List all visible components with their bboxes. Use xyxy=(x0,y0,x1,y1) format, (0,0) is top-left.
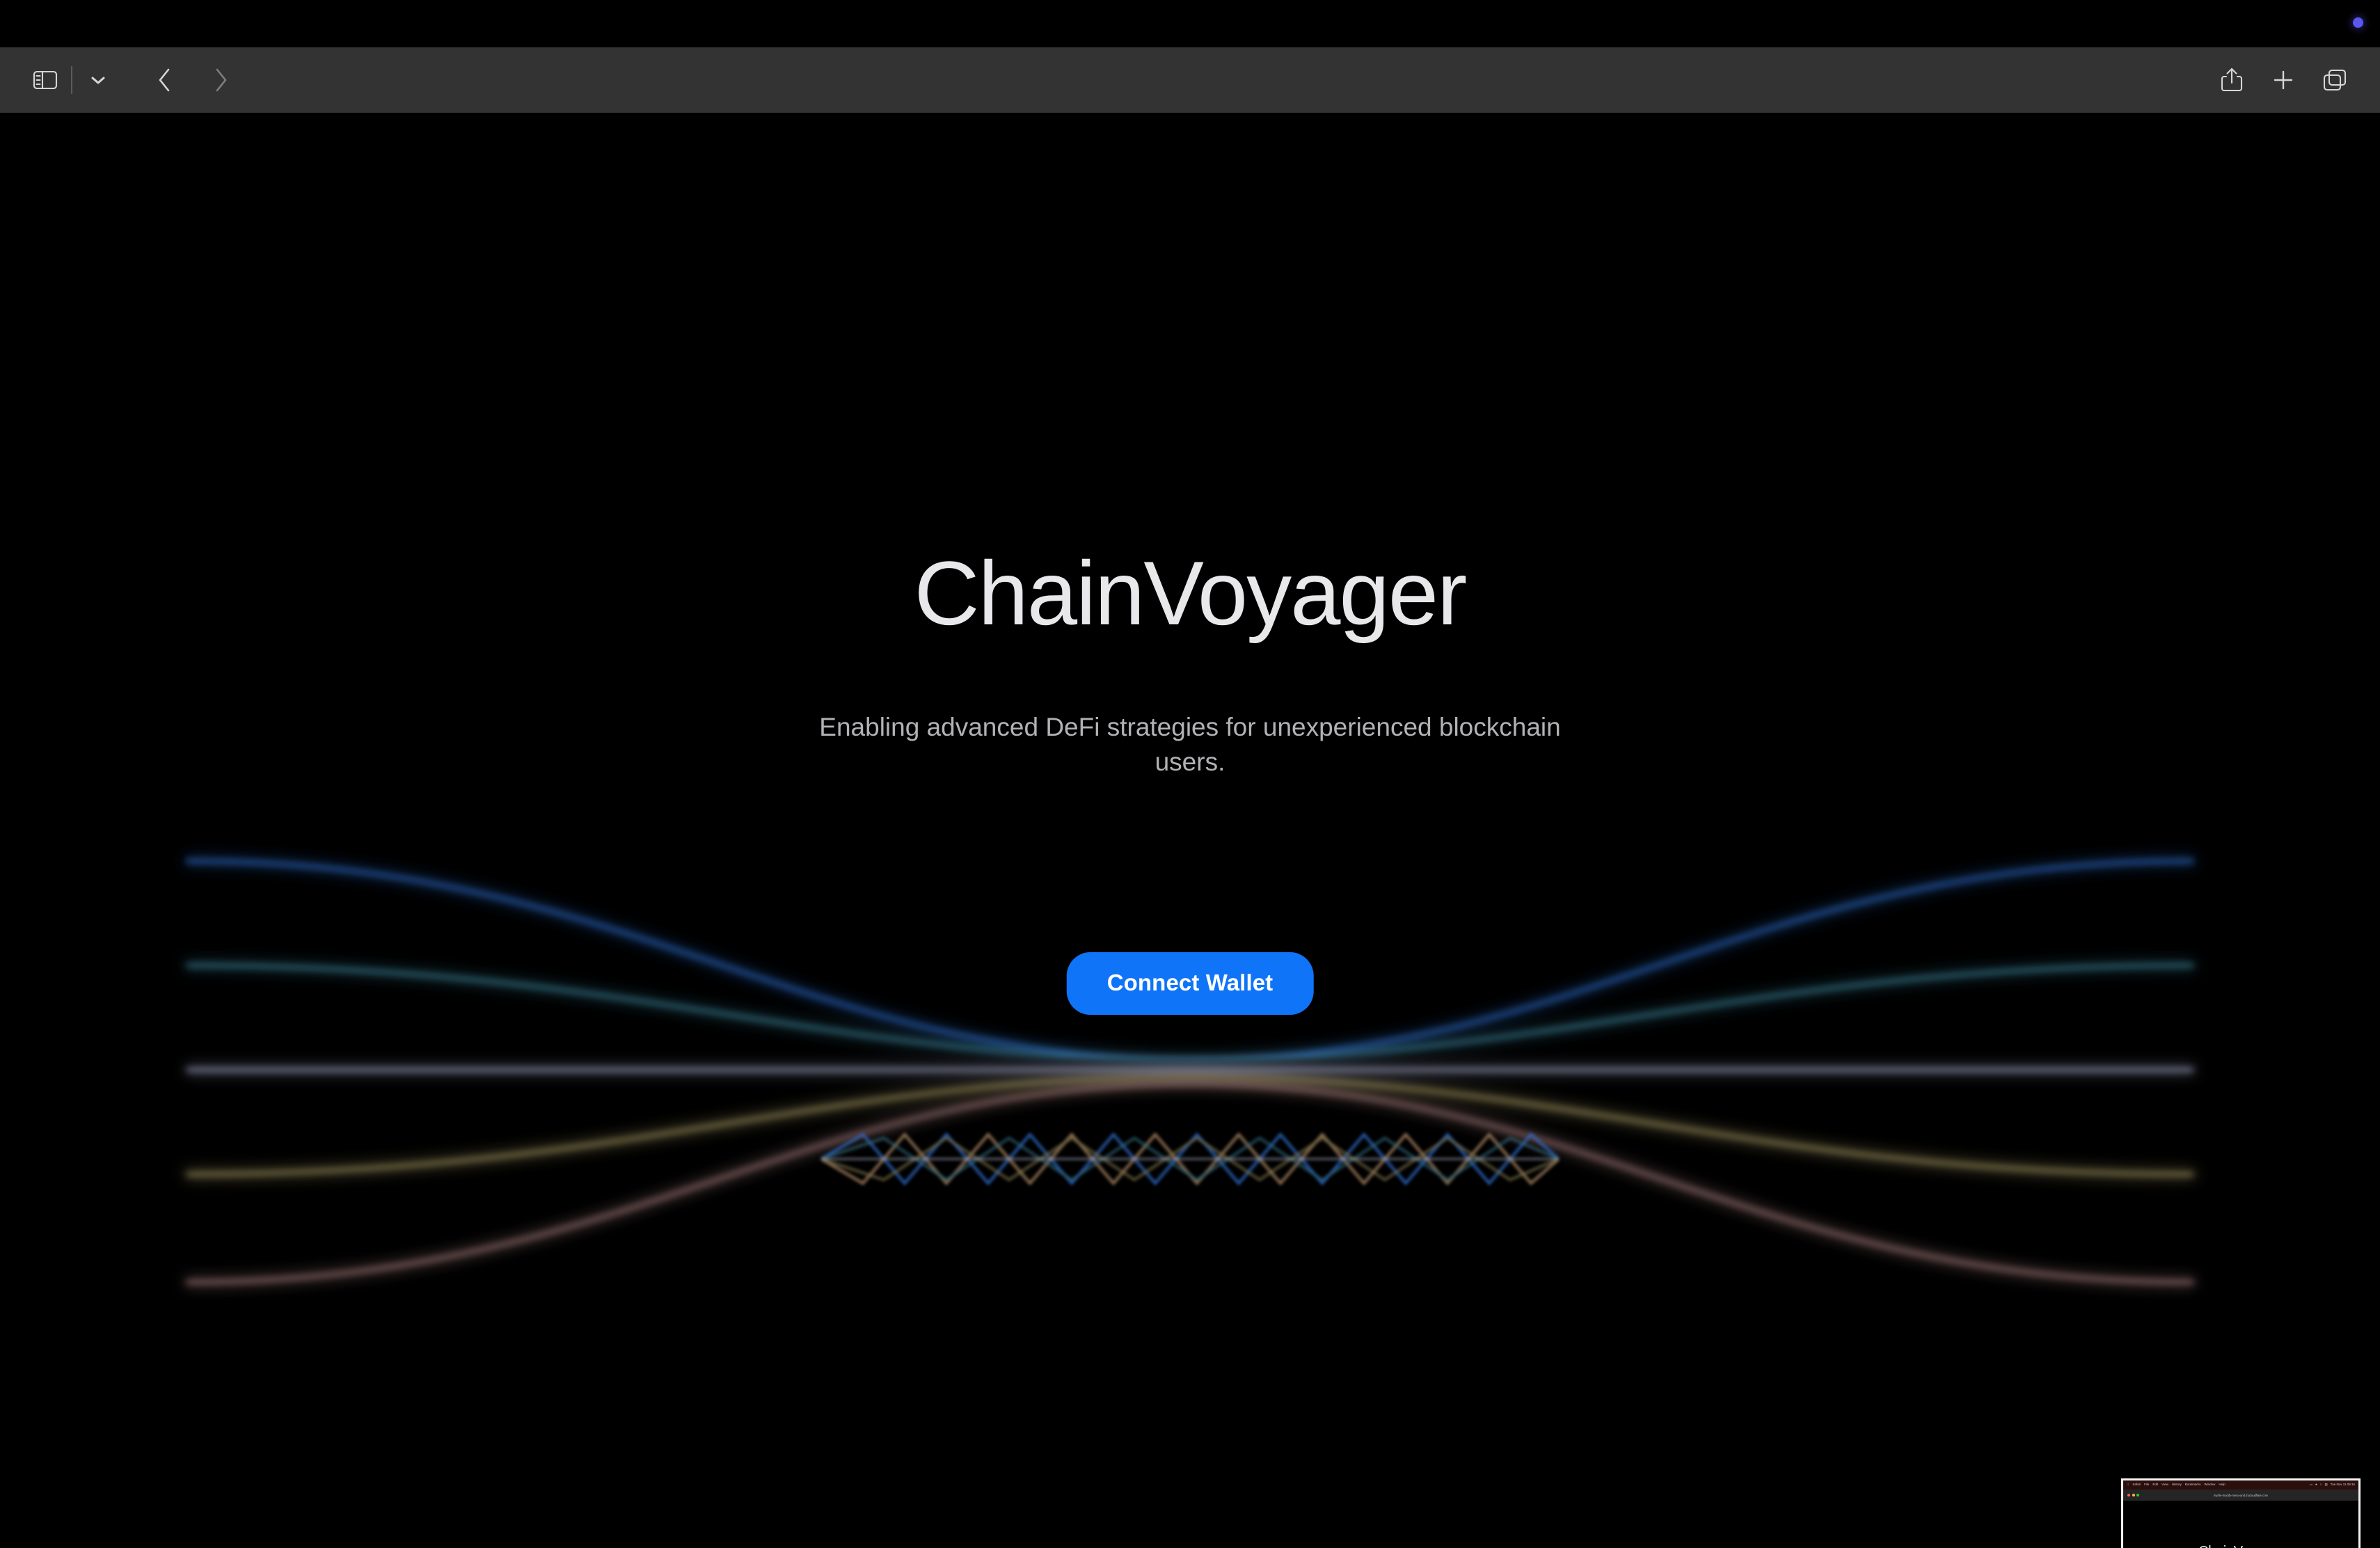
sidebar-toggle-button[interactable] xyxy=(24,58,67,102)
preview-menu-item: Edit xyxy=(2150,1483,2158,1487)
preview-menu-item: Window xyxy=(2202,1483,2215,1487)
chevron-right-icon xyxy=(216,68,227,92)
preview-apple-icon:  xyxy=(2127,1483,2129,1487)
preview-menubar:  Safari File Edit View History Bookmark… xyxy=(2123,1480,2358,1490)
back-button[interactable] xyxy=(143,58,187,102)
preview-menu-item: File xyxy=(2141,1483,2149,1487)
host-menubar-strip xyxy=(0,0,2380,47)
preview-clock: Tue Nov 11 09:16 xyxy=(2330,1483,2355,1487)
preview-control-center-icon: ▤ xyxy=(2324,1483,2328,1487)
chevron-down-icon xyxy=(91,77,105,84)
preview-menu-item: History xyxy=(2169,1483,2182,1487)
preview-address-url: myrtle-modify-mesa-and.trycloudflare.com xyxy=(2213,1493,2269,1497)
tab-overview-button[interactable] xyxy=(2313,58,2356,102)
sidebar-icon xyxy=(33,70,58,90)
wave-weave-pattern xyxy=(821,1132,1559,1186)
preview-battery-icon: ▭ xyxy=(2309,1483,2313,1487)
toolbar-left-group xyxy=(0,58,242,102)
decorative-wave-graphic xyxy=(184,857,2196,1286)
toolbar-divider xyxy=(71,66,72,94)
preview-menu-item: Bookmarks xyxy=(2182,1483,2201,1487)
preview-menu-item: Safari xyxy=(2130,1483,2141,1487)
page-title: ChainVoyager xyxy=(914,542,1468,644)
tab-overview-icon xyxy=(2323,69,2347,91)
preview-page-body: ChainVoyager Enabling advanced DeFi stra… xyxy=(2123,1501,2358,1548)
share-icon xyxy=(2221,68,2243,92)
preview-menu-item: View xyxy=(2159,1483,2168,1487)
browser-toolbar: myrtle-modify-mesa-and.trycloudflare.com… xyxy=(0,47,2380,160)
sidebar-menu-button[interactable] xyxy=(77,58,120,102)
chevron-left-icon xyxy=(159,68,170,92)
screen-share-preview[interactable]:  Safari File Edit View History Bookmark… xyxy=(2121,1478,2361,1548)
preview-menu-item: Help xyxy=(2216,1483,2225,1487)
plus-icon xyxy=(2274,70,2293,90)
preview-wifi-icon: ● xyxy=(2315,1483,2317,1487)
screen-recording-indicator-icon xyxy=(2353,17,2363,28)
connect-wallet-button[interactable]: Connect Wallet xyxy=(1066,952,1314,1015)
preview-browser-toolbar: myrtle-modify-mesa-and.trycloudflare.com xyxy=(2123,1490,2358,1501)
forward-button[interactable] xyxy=(199,58,242,102)
preview-menubar-status: ▭ ● ○ ▤ Tue Nov 11 09:16 xyxy=(2310,1483,2355,1487)
preview-page-title: ChainVoyager xyxy=(2123,1544,2358,1548)
web-page-content: ChainVoyager Enabling advanced DeFi stra… xyxy=(0,113,2380,1548)
share-button[interactable] xyxy=(2210,58,2253,102)
preview-address-bar: myrtle-modify-mesa-and.trycloudflare.com xyxy=(2123,1490,2358,1501)
toolbar-right-group xyxy=(2210,47,2356,113)
new-tab-button[interactable] xyxy=(2262,58,2305,102)
preview-search-icon: ○ xyxy=(2319,1483,2322,1487)
page-subtitle: Enabling advanced DeFi strategies for un… xyxy=(819,713,1561,776)
